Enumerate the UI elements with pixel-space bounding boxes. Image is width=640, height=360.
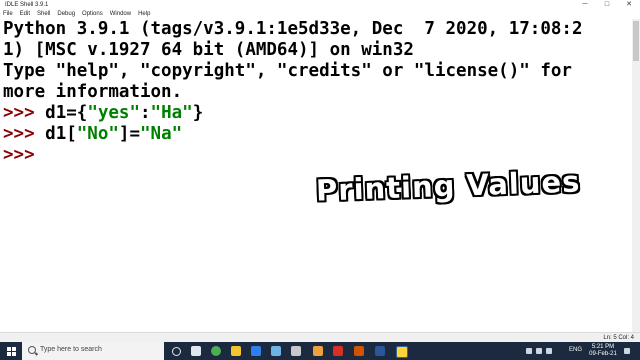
banner-line: 1) [MSC v.1927 64 bit (AMD64)] on win32 [3, 40, 414, 60]
app-icon[interactable] [291, 346, 301, 356]
close-button[interactable]: ✕ [618, 0, 640, 10]
code-text: : [140, 103, 151, 123]
maximize-button[interactable]: □ [596, 0, 618, 10]
file-explorer-icon[interactable] [231, 346, 241, 356]
search-icon [28, 346, 36, 354]
edge-icon[interactable] [251, 346, 261, 356]
scrollbar-thumb[interactable] [633, 21, 639, 61]
cursor-position: Ln: 5 Col: 4 [603, 335, 634, 341]
string-literal: "Ha" [150, 103, 193, 123]
banner-line: Python 3.9.1 (tags/v3.9.1:1e5d33e, Dec 7… [3, 19, 583, 39]
command-line: >>> d1={"yes":"Ha"} [3, 103, 203, 124]
outlook-icon[interactable] [375, 346, 385, 356]
string-literal: "yes" [87, 103, 140, 123]
volume-icon[interactable] [536, 348, 542, 354]
menu-debug[interactable]: Debug [57, 10, 75, 19]
menu-edit[interactable]: Edit [20, 10, 30, 19]
language-indicator[interactable]: ENG [569, 347, 582, 353]
window-title: IDLE Shell 3.9.1 [5, 2, 49, 8]
task-view-icon[interactable] [191, 346, 201, 356]
cortana-icon[interactable] [172, 347, 181, 356]
firefox-icon[interactable] [313, 346, 323, 356]
command-line: >>> [3, 145, 35, 166]
banner-line: Type "help", "copyright", "credits" or "… [3, 61, 572, 81]
menu-window[interactable]: Window [110, 10, 131, 19]
menu-file[interactable]: File [3, 10, 13, 19]
menu-shell[interactable]: Shell [37, 10, 50, 19]
minimize-button[interactable]: ─ [574, 0, 596, 10]
code-text: d1[ [45, 124, 77, 144]
chrome-icon[interactable] [211, 346, 221, 356]
python-idle-icon[interactable] [396, 346, 408, 358]
network-icon[interactable] [526, 348, 532, 354]
start-button[interactable] [0, 342, 22, 360]
battery-icon[interactable] [546, 348, 552, 354]
shell-prompt: >>> [3, 124, 46, 144]
vertical-scrollbar[interactable] [632, 19, 640, 332]
taskbar: Type here to search ENG 5:21 PM 09-Feb-2… [0, 342, 640, 360]
menu-help[interactable]: Help [138, 10, 150, 19]
menu-options[interactable]: Options [82, 10, 103, 19]
code-text: d1={ [45, 103, 88, 123]
media-icon[interactable] [333, 346, 343, 356]
string-literal: "No" [76, 124, 119, 144]
banner-line: more information. [3, 82, 183, 102]
search-placeholder: Type here to search [40, 346, 102, 353]
windows-logo-icon [7, 347, 16, 356]
code-text: ]= [118, 124, 140, 144]
store-icon[interactable] [271, 346, 281, 356]
powerpoint-icon[interactable] [354, 346, 364, 356]
title-bar: IDLE Shell 3.9.1 ─ □ ✕ [0, 0, 640, 10]
video-caption-overlay: Printing Values [315, 164, 581, 208]
shell-text-area[interactable]: Python 3.9.1 (tags/v3.9.1:1e5d33e, Dec 7… [0, 19, 632, 332]
taskbar-search-box[interactable]: Type here to search [22, 342, 164, 360]
clock-time: 5:21 PM [591, 344, 615, 350]
menu-bar: File Edit Shell Debug Options Window Hel… [0, 10, 640, 19]
command-line: >>> d1["No"]="Na" [3, 124, 182, 145]
clock[interactable]: 5:21 PM 09-Feb-21 [588, 344, 618, 358]
shell-prompt: >>> [3, 145, 35, 165]
code-text: } [192, 103, 204, 123]
shell-prompt: >>> [3, 103, 46, 123]
clock-date: 09-Feb-21 [589, 351, 617, 357]
string-literal: "Na" [140, 124, 183, 144]
notifications-icon[interactable] [624, 348, 630, 354]
